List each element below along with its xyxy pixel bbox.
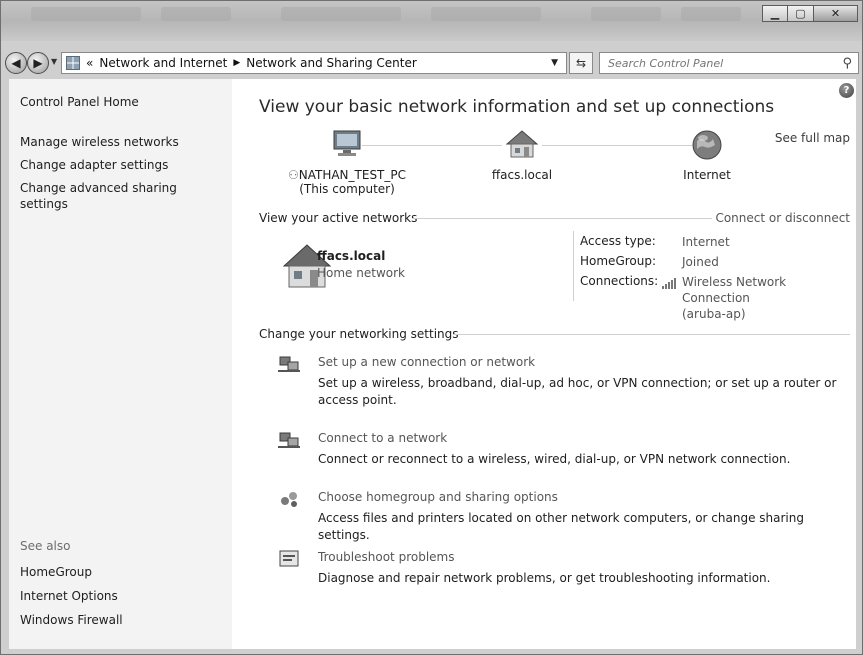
sidebar-change-adapter-settings[interactable]: Change adapter settings [20,157,168,173]
computer-name-row: ⚇NATHAN_TEST_PC [282,168,412,182]
task-setup-connection[interactable]: Set up a new connection or network [318,355,535,369]
active-networks-header: View your active networks [259,211,418,225]
homegroup-value[interactable]: Joined [682,254,719,270]
connection-name-link[interactable]: Wireless Network Connection (aruba-ap) [682,274,856,322]
homegroup-icon [281,492,297,507]
connect-or-disconnect-link[interactable]: Connect or disconnect [715,211,850,225]
close-icon: ✕ [830,7,841,20]
computer-name: NATHAN_TEST_PC [298,168,407,182]
search-icon[interactable]: ⚲ [842,56,852,71]
divider [454,334,850,335]
homegroup-label: HomeGroup: [580,254,657,268]
address-box[interactable]: « Network and Internet ▶ Network and Sha… [61,52,567,74]
internet-label: Internet [683,168,731,182]
connections-label: Connections: [580,274,659,288]
connection-name: Wireless Network Connection [682,275,787,305]
address-bar-row: ◀ ▶ ▼ « Network and Internet ▶ Network a… [1,43,862,77]
task-connect-network[interactable]: Connect to a network [318,431,447,445]
back-button[interactable]: ◀ [5,52,27,74]
breadcrumb-network-and-sharing-center[interactable]: Network and Sharing Center [246,56,417,70]
window-controls: ▁ ▢ ✕ [762,5,858,22]
sidebar-windows-firewall[interactable]: Windows Firewall [20,612,123,628]
explorer-window: ▁ ▢ ✕ ◀ ▶ ▼ « Network and Internet ▶ Net… [0,0,863,655]
blurred-titlebar-region [681,7,741,21]
sidebar-manage-wireless-networks[interactable]: Manage wireless networks [20,134,179,150]
search-box: ⚲ [599,52,859,74]
task-homegroup-sharing-desc: Access files and printers located on oth… [318,511,804,542]
search-input[interactable] [606,55,830,71]
computer-icon [333,130,361,156]
map-network-node[interactable]: ffacs.local [467,129,577,182]
network-setup-icon [278,356,300,372]
maximize-icon: ▢ [795,7,806,20]
task-setup-connection-desc: Set up a wireless, broadband, dial-up, a… [318,376,837,407]
sidebar-homegroup[interactable]: HomeGroup [20,564,92,580]
minimize-button[interactable]: ▁ [762,5,788,22]
connection-ssid: (aruba-ap) [682,307,746,321]
breadcrumb-separator-icon[interactable]: ▶ [233,58,240,68]
help-icon[interactable]: ? [839,83,854,98]
sidebar-internet-options[interactable]: Internet Options [20,588,118,604]
minimize-icon: ▁ [770,7,780,20]
change-settings-header: Change your networking settings [259,327,459,341]
see-also-label: See also [20,539,71,553]
maximize-button[interactable]: ▢ [788,5,814,22]
map-internet-node[interactable]: Internet [652,129,762,182]
house-icon [505,130,539,158]
access-type-label: Access type: [580,234,656,248]
control-panel-icon [66,56,80,70]
forward-arrow-icon: ▶ [33,56,43,70]
divider [412,218,712,219]
blurred-titlebar-region [281,7,401,21]
back-arrow-icon: ◀ [11,56,21,70]
computer-sublabel: (This computer) [299,182,395,196]
address-dropdown-icon[interactable]: ▼ [551,58,558,68]
troubleshoot-icon [279,550,299,567]
task-troubleshoot-desc: Diagnose and repair network problems, or… [318,571,771,585]
refresh-icon: ⇆ [575,56,587,70]
blurred-titlebar-region [591,7,661,21]
blurred-titlebar-region [161,7,231,21]
signal-bars-icon [662,278,676,289]
blurred-titlebar-region [431,7,541,21]
breadcrumb-overflow[interactable]: « [86,56,93,70]
task-homegroup-sharing[interactable]: Choose homegroup and sharing options [318,490,558,504]
content-area: Control Panel Home Manage wireless netwo… [9,79,856,649]
user-group-icon: ⚇ [287,168,299,182]
sidebar-change-advanced-sharing-cont[interactable]: settings [20,196,68,212]
divider [573,231,574,301]
sidebar: Control Panel Home Manage wireless netwo… [9,79,232,649]
map-computer-node[interactable]: ⚇NATHAN_TEST_PC (This computer) [282,129,412,196]
sidebar-control-panel-home[interactable]: Control Panel Home [20,94,139,110]
sidebar-change-advanced-sharing[interactable]: Change advanced sharing [20,180,177,196]
access-type-value: Internet [682,235,730,249]
blurred-titlebar-region [31,7,141,21]
title-bar[interactable]: ▁ ▢ ✕ [1,1,862,41]
main-panel: ? View your basic network information an… [232,79,856,649]
page-title: View your basic network information and … [259,97,775,117]
task-connect-network-desc: Connect or reconnect to a wireless, wire… [318,452,791,466]
network-name-map: ffacs.local [491,168,553,182]
forward-button[interactable]: ▶ [27,52,49,74]
globe-icon [692,130,722,160]
see-full-map-link[interactable]: See full map [775,131,850,145]
active-network-type[interactable]: Home network [317,266,405,280]
refresh-button[interactable]: ⇆ [569,52,593,74]
connect-network-icon [278,432,300,448]
breadcrumb-network-and-internet[interactable]: Network and Internet [99,56,227,70]
close-button[interactable]: ✕ [814,5,858,22]
chevron-down-icon: ▼ [51,57,58,66]
task-troubleshoot[interactable]: Troubleshoot problems [318,550,454,564]
active-network-name: ffacs.local [317,249,386,263]
recent-pages-dropdown[interactable]: ▼ [51,57,57,66]
